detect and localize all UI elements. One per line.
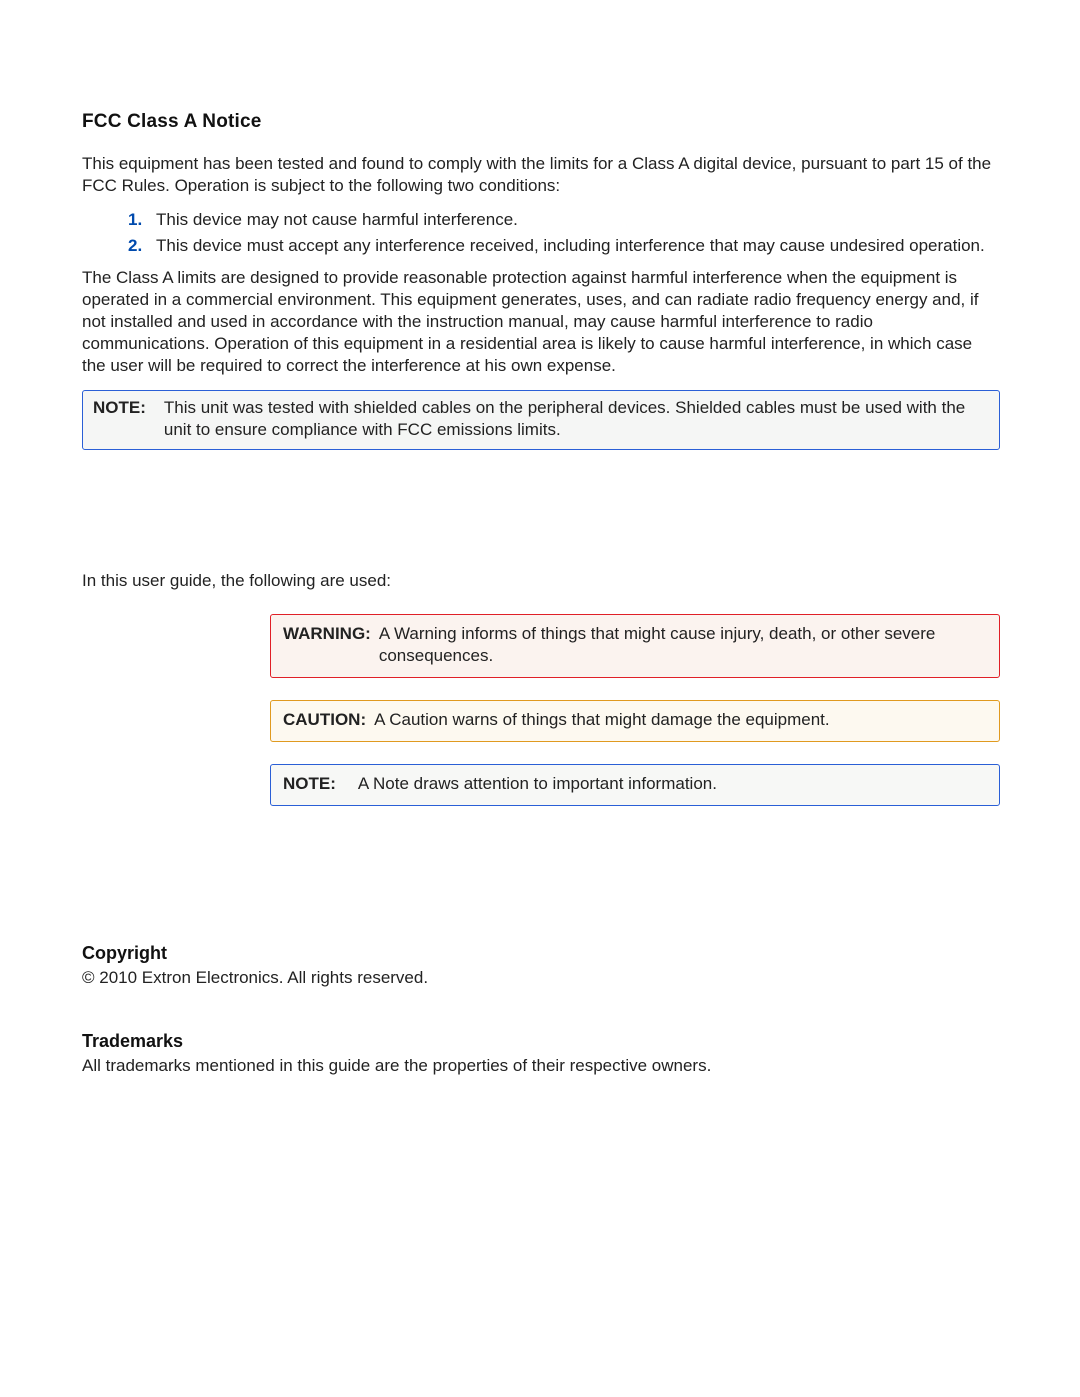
list-item-text: This device may not cause harmful interf… (156, 210, 518, 229)
warning-label: WARNING: (283, 623, 371, 667)
list-item: 2.This device must accept any interferen… (134, 235, 1000, 257)
fcc-body-paragraph: The Class A limits are designed to provi… (82, 267, 1000, 377)
fcc-intro-paragraph: This equipment has been tested and found… (82, 153, 1000, 197)
caution-callout: CAUTION: A Caution warns of things that … (270, 700, 1000, 742)
caution-label: CAUTION: (283, 709, 366, 731)
list-item: 1.This device may not cause harmful inte… (134, 209, 1000, 231)
list-number: 1. (128, 209, 142, 231)
fcc-notice-heading: FCC Class A Notice (82, 110, 1000, 135)
note-text: A Note draws attention to important info… (358, 773, 987, 795)
trademarks-text: All trademarks mentioned in this guide a… (82, 1055, 1000, 1077)
copyright-text: © 2010 Extron Electronics. All rights re… (82, 967, 1000, 989)
note-callout: NOTE: A Note draws attention to importan… (270, 764, 1000, 806)
trademarks-section: Trademarks All trademarks mentioned in t… (82, 1030, 1000, 1077)
trademarks-heading: Trademarks (82, 1030, 1000, 1053)
caution-text: A Caution warns of things that might dam… (374, 709, 987, 731)
warning-text: A Warning informs of things that might c… (379, 623, 987, 667)
legend-block: WARNING: A Warning informs of things tha… (270, 614, 1000, 806)
list-number: 2. (128, 235, 142, 257)
note-text: This unit was tested with shielded cable… (164, 397, 989, 441)
fcc-conditions-list: 1. This device may not cause harmful inte… (82, 209, 1000, 257)
copyright-section: Copyright © 2010 Extron Electronics. All… (82, 942, 1000, 989)
fcc-note-callout: NOTE: This unit was tested with shielded… (82, 390, 1000, 450)
warning-callout: WARNING: A Warning informs of things tha… (270, 614, 1000, 678)
copyright-heading: Copyright (82, 942, 1000, 965)
list-item-text: This device must accept any interference… (156, 236, 985, 255)
note-label: NOTE: (93, 397, 146, 441)
legend-intro-paragraph: In this user guide, the following are us… (82, 570, 1000, 592)
note-label: NOTE: (283, 773, 336, 795)
